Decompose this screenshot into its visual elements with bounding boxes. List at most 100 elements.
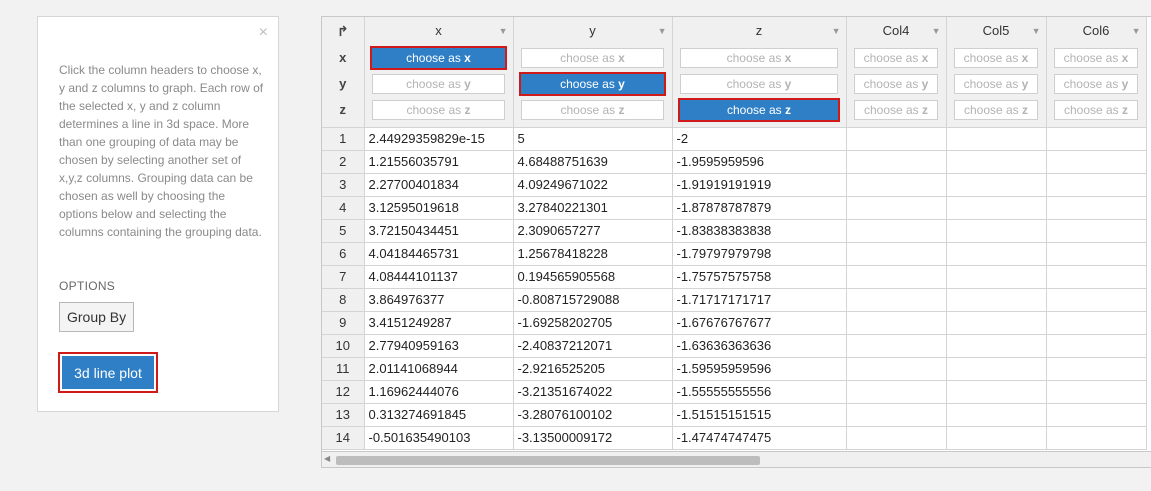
row-number[interactable]: 13 [322,403,365,427]
column-header-y[interactable]: y ▼ choose as x choose as y choose as z [513,17,673,128]
table-cell[interactable] [846,196,947,220]
table-cell[interactable]: -1.67676767677 [672,311,847,335]
table-cell[interactable] [846,288,947,312]
table-cell[interactable]: 5 [513,127,673,151]
table-cell[interactable] [946,426,1047,450]
table-cell[interactable] [946,288,1047,312]
table-cell[interactable] [1046,334,1147,358]
table-cell[interactable]: -1.83838383838 [672,219,847,243]
column-menu-icon[interactable]: ▼ [932,17,941,45]
table-cell[interactable] [946,196,1047,220]
table-cell[interactable]: -3.21351674022 [513,380,673,404]
choose-as-y-button[interactable]: choose as y [680,74,838,94]
table-cell[interactable]: 4.08444101137 [364,265,514,289]
table-cell[interactable] [946,311,1047,335]
table-cell[interactable]: 4.68488751639 [513,150,673,174]
choose-as-y-button[interactable]: choose as y [954,74,1038,94]
table-cell[interactable]: -1.55555555556 [672,380,847,404]
table-cell[interactable]: -0.808715729088 [513,288,673,312]
column-menu-icon[interactable]: ▼ [499,17,508,45]
table-cell[interactable] [846,426,947,450]
3d-line-plot-button[interactable]: 3d line plot [58,352,158,393]
column-header-col6[interactable]: Col6 ▼ choose as x choose as y choose as z [1046,17,1147,128]
table-cell[interactable]: 1.21556035791 [364,150,514,174]
table-cell[interactable]: 1.16962444076 [364,380,514,404]
table-cell[interactable] [1046,242,1147,266]
row-number[interactable]: 3 [322,173,365,197]
table-cell[interactable]: 3.864976377 [364,288,514,312]
table-cell[interactable] [946,403,1047,427]
row-number[interactable]: 6 [322,242,365,266]
table-cell[interactable]: 2.77940959163 [364,334,514,358]
table-cell[interactable] [946,150,1047,174]
table-cell[interactable] [946,357,1047,381]
column-header-col5[interactable]: Col5 ▼ choose as x choose as y choose as z [946,17,1047,128]
table-cell[interactable]: -0.501635490103 [364,426,514,450]
table-cell[interactable] [846,334,947,358]
corner-arrow-icon[interactable]: ↱ [322,17,363,45]
table-cell[interactable]: -1.79797979798 [672,242,847,266]
table-cell[interactable] [1046,357,1147,381]
table-cell[interactable]: 2.3090657277 [513,219,673,243]
table-cell[interactable] [846,219,947,243]
table-cell[interactable] [846,380,947,404]
horizontal-scrollbar[interactable]: ◀ [321,451,1151,468]
choose-as-z-button[interactable]: choose as z [854,100,938,120]
choose-as-y-button[interactable]: choose as y [1054,74,1138,94]
table-cell[interactable] [946,173,1047,197]
table-cell[interactable]: -2.40837212071 [513,334,673,358]
table-cell[interactable] [1046,403,1147,427]
table-cell[interactable] [1046,380,1147,404]
table-cell[interactable] [846,150,947,174]
choose-as-x-button[interactable]: choose as x [680,48,838,68]
choose-as-x-button[interactable]: choose as x [954,48,1038,68]
table-cell[interactable]: 0.313274691845 [364,403,514,427]
table-cell[interactable]: -1.87878787879 [672,196,847,220]
table-cell[interactable]: 2.27700401834 [364,173,514,197]
choose-as-y-button[interactable]: choose as y [372,74,505,94]
table-cell[interactable]: 2.44929359829e-15 [364,127,514,151]
choose-as-z-button[interactable]: choose as z [954,100,1038,120]
scroll-left-icon[interactable]: ◀ [324,454,330,463]
table-cell[interactable]: 3.27840221301 [513,196,673,220]
table-cell[interactable]: -1.47474747475 [672,426,847,450]
choose-as-x-button[interactable]: choose as x [521,48,664,68]
column-menu-icon[interactable]: ▼ [1032,17,1041,45]
row-number[interactable]: 10 [322,334,365,358]
row-number[interactable]: 4 [322,196,365,220]
table-cell[interactable]: -3.13500009172 [513,426,673,450]
table-cell[interactable] [946,265,1047,289]
table-cell[interactable] [846,311,947,335]
table-cell[interactable] [946,219,1047,243]
row-number[interactable]: 14 [322,426,365,450]
column-menu-icon[interactable]: ▼ [832,17,841,45]
table-cell[interactable] [846,173,947,197]
table-cell[interactable] [1046,150,1147,174]
group-by-button[interactable]: Group By [59,302,135,332]
row-number[interactable]: 5 [322,219,365,243]
table-cell[interactable]: 0.194565905568 [513,265,673,289]
choose-as-z-button[interactable]: choose as z [372,100,505,120]
table-cell[interactable]: 3.4151249287 [364,311,514,335]
table-cell[interactable]: 3.12595019618 [364,196,514,220]
column-header-z[interactable]: z ▼ choose as x choose as y choose as z [672,17,847,128]
table-cell[interactable] [1046,311,1147,335]
table-cell[interactable] [846,242,947,266]
row-number[interactable]: 2 [322,150,365,174]
table-cell[interactable]: -1.51515151515 [672,403,847,427]
table-cell[interactable]: -1.75757575758 [672,265,847,289]
table-cell[interactable] [1046,196,1147,220]
row-number[interactable]: 9 [322,311,365,335]
table-cell[interactable] [946,380,1047,404]
table-cell[interactable]: -1.59595959596 [672,357,847,381]
table-cell[interactable]: -2 [672,127,847,151]
choose-as-x-button[interactable]: choose as x [1054,48,1138,68]
table-cell[interactable]: -2.9216525205 [513,357,673,381]
table-cell[interactable] [846,357,947,381]
table-cell[interactable]: -1.71717171717 [672,288,847,312]
table-cell[interactable] [1046,426,1147,450]
table-cell[interactable] [846,403,947,427]
table-cell[interactable] [946,242,1047,266]
table-cell[interactable]: 3.72150434451 [364,219,514,243]
table-cell[interactable] [1046,127,1147,151]
